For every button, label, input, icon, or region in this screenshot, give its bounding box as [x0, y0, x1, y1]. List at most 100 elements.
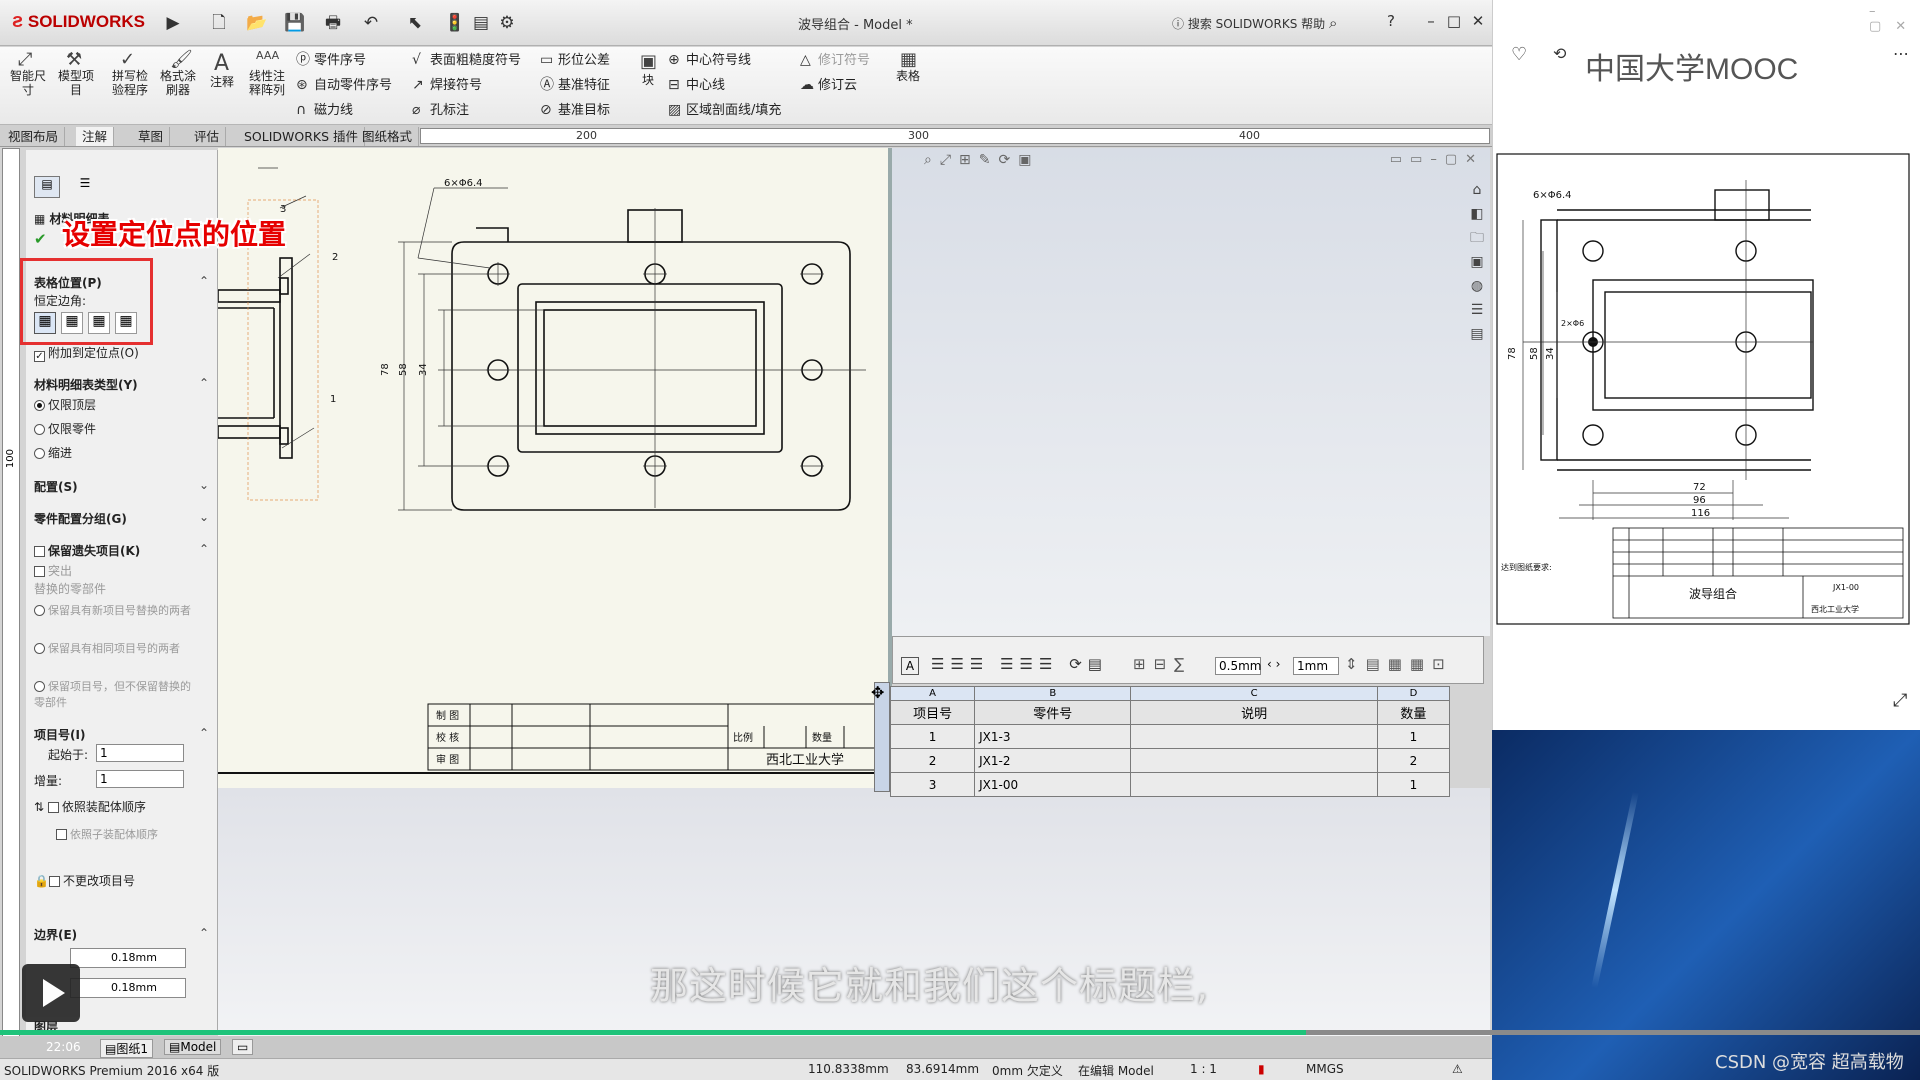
col-letter[interactable]: A	[889, 686, 976, 701]
centerline-button[interactable]: ⊟ 中心线	[668, 74, 725, 93]
section-bom-type[interactable]: 材料明细表类型(Y)	[34, 376, 138, 393]
cell-part[interactable]: JX1-3	[974, 724, 1132, 749]
rebuild-status-icon[interactable]: ▮	[1258, 1062, 1265, 1076]
chevron-up-icon[interactable]: ⌃	[199, 726, 209, 740]
revision-symbol-button[interactable]: △ 修订符号	[800, 49, 870, 68]
cell-item[interactable]: 1	[889, 724, 976, 749]
sheet-tab-1[interactable]: ▤图纸1	[100, 1039, 153, 1058]
radio-parts-only[interactable]: 仅限零件	[34, 420, 96, 437]
radio-keep-new-number[interactable]: 保留具有新项目号替换的两者	[34, 602, 194, 618]
tables-button[interactable]: 表格	[896, 69, 920, 83]
weld-symbol-button[interactable]: ↗ 焊接符号	[412, 74, 482, 93]
solidworks-logo[interactable]: ƨ SOLIDWORKS	[12, 10, 145, 33]
move-handle-icon[interactable]: ✥	[871, 683, 884, 702]
note-button[interactable]: 注释	[210, 75, 234, 89]
col-letter[interactable]: D	[1376, 686, 1451, 701]
section-configurations[interactable]: 配置(S)	[34, 478, 78, 495]
select-pointer-icon[interactable]: ⬉	[404, 12, 426, 34]
border-width-select-1[interactable]: 0.18mm	[70, 948, 186, 968]
tab-view-layout[interactable]: 视图布局	[2, 127, 66, 146]
table-tool-icons[interactable]: ⇕▤▦▦⊡	[1345, 655, 1453, 673]
increment-input[interactable]: 1	[96, 770, 184, 788]
favorite-heart-icon[interactable]: ♡	[1511, 44, 1527, 65]
open-folder-icon[interactable]: 📂	[246, 12, 268, 34]
follow-subassembly-checkbox[interactable]: 依照子装配体顺序	[56, 826, 186, 842]
cell-desc[interactable]	[1130, 748, 1378, 773]
new-document-icon[interactable]: 🗋	[208, 12, 230, 34]
bom-table[interactable]: A B C D 项目号 零件号 说明 数量 1 JX1-3 1 2 JX1-2 …	[889, 686, 1451, 797]
hole-callout-button[interactable]: ⌀ 孔标注	[412, 99, 469, 118]
drawing-sheet[interactable]: 6×Φ6.4 3 2 1 78 58 34 制 图 校 核 审 图 比例 数量 …	[218, 148, 890, 788]
linear-note-pattern-button[interactable]: 线性注释阵列	[246, 69, 288, 97]
unit-system[interactable]: MMGS	[1306, 1062, 1344, 1076]
heads-up-toolbar[interactable]: ⌕⤢⊞✎⟳▣	[924, 152, 1039, 168]
spell-check-button[interactable]: 拼写检验程序	[108, 69, 152, 97]
options-gear-icon[interactable]: ⚙	[496, 12, 518, 34]
tab-evaluate[interactable]: 评估	[188, 127, 227, 146]
sheet-tab-model[interactable]: ▤Model	[164, 1039, 222, 1055]
section-part-config-grouping[interactable]: 零件配置分组(G)	[34, 510, 127, 527]
radio-indented[interactable]: 缩进	[34, 444, 72, 461]
border-width-select-2[interactable]: 0.18mm	[70, 978, 186, 998]
save-icon[interactable]: 💾	[284, 12, 306, 34]
print-icon[interactable]: 🖶	[322, 12, 344, 34]
cell-item[interactable]: 3	[889, 772, 976, 797]
header-quantity[interactable]: 数量	[1376, 700, 1451, 725]
center-mark-button[interactable]: ⊕ 中心符号线	[668, 49, 751, 68]
cell-part[interactable]: JX1-00	[974, 772, 1132, 797]
add-sheet-icon[interactable]: ▭	[232, 1039, 254, 1055]
cell-qty[interactable]: 2	[1376, 748, 1451, 773]
header-description[interactable]: 说明	[1130, 700, 1378, 725]
chevron-down-icon[interactable]: ⌄	[199, 478, 209, 492]
chevron-up-icon[interactable]: ⌃	[199, 926, 209, 940]
tab-solidworks-addins[interactable]: SOLIDWORKS 插件	[238, 127, 366, 146]
table-row[interactable]: 1 JX1-3 1	[889, 724, 1451, 749]
tab-sheet-format[interactable]: 图纸格式	[356, 127, 420, 146]
rebuild-icon[interactable]: 🚦	[444, 12, 466, 34]
section-item-numbers[interactable]: 项目号(I)	[34, 726, 85, 743]
chevron-up-icon[interactable]: ⌃	[199, 376, 209, 390]
help-search[interactable]: ⓘ 搜索 SOLIDWORKS 帮助 ⌕	[1172, 12, 1364, 34]
property-manager-tab-icon[interactable]: ▤	[34, 176, 60, 198]
fullscreen-icon[interactable]: ⤢	[1893, 690, 1907, 711]
gtol-button[interactable]: ▭ 形位公差	[540, 49, 610, 68]
model-items-button[interactable]: 模型项目	[58, 69, 94, 97]
follow-assembly-checkbox[interactable]: ⇅ 依照装配体顺序	[34, 798, 146, 815]
smart-dimension-button[interactable]: 智能尺寸	[8, 69, 48, 97]
header-item-no[interactable]: 项目号	[889, 700, 976, 725]
line-width-input[interactable]: 0.5mm	[1215, 657, 1261, 675]
task-pane-icons[interactable]: ⌂ ◧ 🗀 ▣ ◍ ☰ ▤	[1466, 178, 1488, 346]
cell-item[interactable]: 2	[889, 748, 976, 773]
radio-top-level[interactable]: 仅限顶层	[34, 396, 96, 413]
section-border[interactable]: 边界(E)	[34, 926, 77, 943]
sheet-scale[interactable]: 1 : 1	[1190, 1062, 1217, 1076]
start-at-input[interactable]: 1	[96, 744, 184, 762]
radio-keep-same-number[interactable]: 保留具有相同项目号的两者	[34, 640, 194, 656]
do-not-change-checkbox[interactable]: 🔒 不更改项目号	[34, 872, 135, 889]
magnetic-line-button[interactable]: ∩ 磁力线	[296, 99, 353, 118]
minimize-icon[interactable]: –	[1420, 10, 1442, 32]
table-row[interactable]: 2 JX1-2 2	[889, 748, 1451, 773]
datum-target-button[interactable]: ⊘ 基准目标	[540, 99, 610, 118]
radio-keep-number-only[interactable]: 保留项目号，但不保留替换的零部件	[34, 678, 194, 710]
close-icon[interactable]: ✕	[1467, 10, 1489, 32]
cell-part[interactable]: JX1-2	[974, 748, 1132, 773]
datum-feature-button[interactable]: Ⓐ 基准特征	[540, 74, 610, 94]
chevron-down-icon[interactable]: ⌄	[199, 510, 209, 524]
ok-checkmark-icon[interactable]: ✔	[34, 230, 47, 248]
balloon-button[interactable]: ⓟ 零件序号	[296, 49, 366, 69]
text-format-icon[interactable]: A	[901, 657, 919, 675]
model-view-pane[interactable]: ⌕⤢⊞✎⟳▣ ▭▭–▢✕ ⌂ ◧ 🗀 ▣ ◍ ☰ ▤	[892, 148, 1490, 636]
width-arrows-icon[interactable]: ‹ ›	[1267, 657, 1280, 671]
tooltip-icon[interactable]: ⚠	[1452, 1062, 1463, 1076]
help-button[interactable]: ?	[1380, 10, 1402, 32]
area-hatch-button[interactable]: ▨ 区域剖面线/填充	[668, 99, 781, 118]
more-icon[interactable]: ⋯	[1893, 44, 1909, 63]
table-row[interactable]: 3 JX1-00 1	[889, 772, 1451, 797]
header-part-no[interactable]: 零件号	[974, 700, 1132, 725]
tab-annotation[interactable]: 注解	[76, 127, 115, 146]
cell-desc[interactable]	[1130, 772, 1378, 797]
view-window-controls[interactable]: ▭▭–▢✕	[1390, 152, 1484, 167]
expand-menu-icon[interactable]: ▶	[162, 12, 184, 34]
col-letter[interactable]: B	[974, 686, 1132, 701]
